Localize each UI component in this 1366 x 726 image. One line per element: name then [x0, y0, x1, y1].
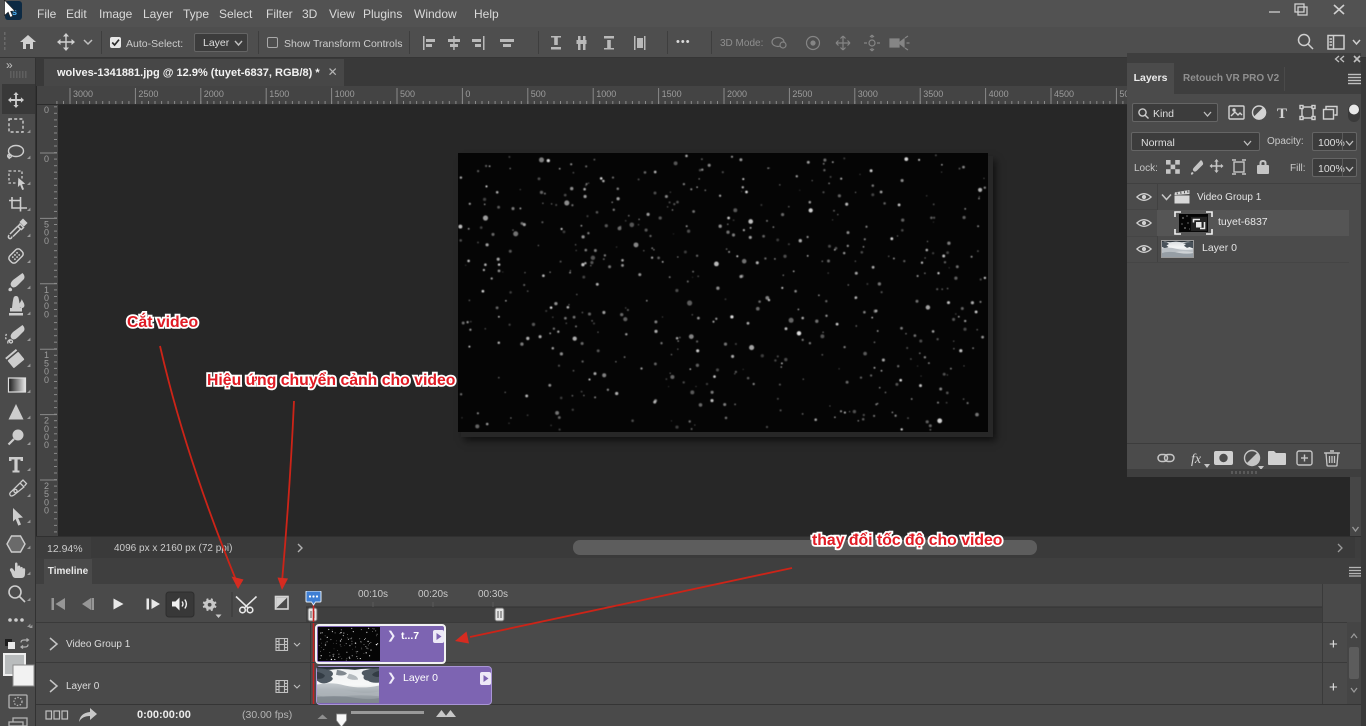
svg-text:0: 0: [44, 236, 49, 246]
svg-text:1500: 1500: [269, 89, 289, 99]
svg-text:2000: 2000: [727, 89, 747, 99]
svg-text:2500: 2500: [792, 89, 812, 99]
svg-text:4500: 4500: [1054, 89, 1074, 99]
svg-text:3000: 3000: [73, 89, 93, 99]
svg-text:0: 0: [44, 375, 49, 385]
svg-text:fx: fx: [1191, 452, 1202, 467]
svg-text:0: 0: [465, 89, 470, 99]
svg-text:2000: 2000: [204, 89, 224, 99]
svg-text:4000: 4000: [989, 89, 1009, 99]
svg-text:0: 0: [44, 506, 49, 516]
svg-text:3000: 3000: [858, 89, 878, 99]
svg-text:1000: 1000: [596, 89, 616, 99]
svg-text:3500: 3500: [923, 89, 943, 99]
svg-text:2500: 2500: [138, 89, 158, 99]
svg-text:500: 500: [531, 89, 546, 99]
svg-text:0: 0: [44, 154, 49, 164]
svg-text:0: 0: [44, 309, 49, 319]
svg-text:0: 0: [44, 440, 49, 450]
svg-text:0: 0: [44, 105, 49, 115]
svg-text:1000: 1000: [335, 89, 355, 99]
svg-text:1500: 1500: [662, 89, 682, 99]
svg-text:500: 500: [400, 89, 415, 99]
svg-text:T: T: [1277, 106, 1287, 122]
